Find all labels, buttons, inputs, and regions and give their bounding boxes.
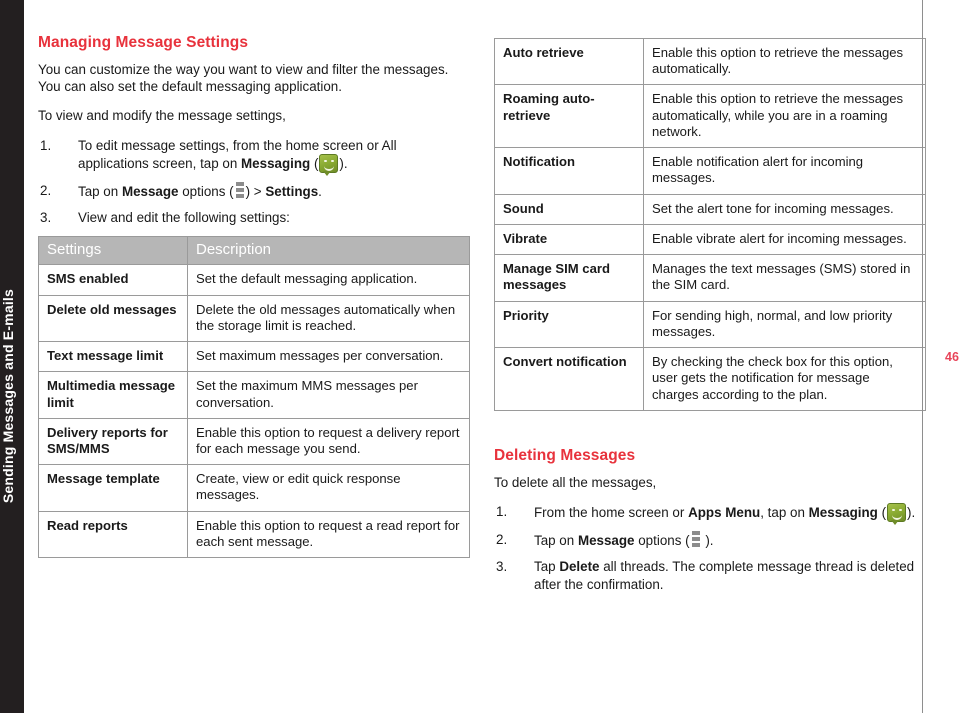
message-settings-table: Settings Description SMS enabled Set the de… (38, 235, 470, 559)
setting-name-cell: Manage SIM card messages (494, 254, 644, 302)
table-row: Read reports Enable this option to reques… (38, 510, 470, 559)
table-row: Priority For sending high, normal, and lo… (494, 300, 926, 349)
messaging-app-icon (319, 153, 339, 176)
speech-bubble-tail (323, 170, 332, 176)
menu-dot (235, 193, 244, 198)
page-content: Managing Message Settings You can custom… (24, 0, 969, 713)
setting-description-cell: For sending high, normal, and low priori… (643, 300, 926, 349)
right-steps-list: 1. From the home screen or Apps Menu, tap… (494, 502, 926, 593)
step-item: 3. Tap Delete all threads. The complete m… (496, 559, 915, 592)
setting-name-cell: Text message limit (38, 341, 188, 373)
setting-description-cell: Manages the text messages (SMS) stored i… (643, 254, 926, 302)
emphasis-text: Message (577, 532, 635, 548)
table-row: Sound Set the alert tone for incoming mes… (494, 193, 926, 225)
step-number: 2. (496, 531, 508, 547)
setting-description-cell: Set the maximum MMS messages per convers… (187, 371, 470, 419)
table-row: Multimedia message limit Set the maximum … (38, 371, 470, 419)
setting-name-cell: Auto retrieve (494, 37, 644, 86)
setting-name-cell: Vibrate (494, 223, 644, 256)
menu-dot (691, 542, 700, 547)
step-number: 3. (496, 559, 508, 575)
emphasis-text: Settings (265, 183, 319, 199)
step-item: 1. From the home screen or Apps Menu, tap… (494, 502, 926, 525)
setting-description-cell: Set maximum messages per conversation. (187, 341, 470, 373)
step-item: 3. View and edit the following settings: (40, 210, 290, 226)
right-column: Auto retrieve Enable this option to retri… (494, 34, 926, 602)
setting-description-cell: Create, view or edit quick response mess… (187, 464, 470, 512)
table-row: SMS enabled Set the default messaging app… (38, 264, 470, 296)
step-number: 1. (40, 137, 52, 153)
messaging-app-icon (887, 502, 907, 525)
setting-name-cell: Read reports (38, 510, 188, 559)
table-row: Convert notification By checking the chec… (494, 347, 926, 411)
setting-name-cell: Multimedia message limit (38, 371, 188, 419)
setting-name-cell: Convert notification (494, 347, 644, 411)
setting-name-cell: Delivery reports for SMS/MMS (38, 417, 188, 466)
setting-description-cell: Enable this option to retrieve the messa… (643, 37, 926, 86)
setting-description-cell: Enable notification alert for incoming m… (643, 147, 926, 195)
menu-dot (691, 530, 700, 535)
step-item: 1. To edit message settings, from the hom… (38, 137, 470, 176)
table-row: Notification Enable notification alert fo… (494, 147, 926, 195)
table-row: Vibrate Enable vibrate alert for incoming… (494, 223, 926, 256)
setting-name-cell: Delete old messages (38, 294, 188, 343)
setting-description-cell: Enable vibrate alert for incoming messag… (643, 223, 926, 256)
table-row: Message template Create, view or edit qui… (38, 464, 470, 512)
lead-in-text: To view and modify the message settings, (38, 108, 286, 124)
table-row: Manage SIM card messages Manages the text… (494, 254, 926, 302)
setting-description-cell: Delete the old messages automatically wh… (187, 294, 470, 343)
setting-description-cell: By checking the check box for this optio… (643, 347, 926, 411)
step-number: 1. (496, 503, 508, 519)
page-number-rule (922, 0, 923, 713)
chapter-side-tab-label: Sending Messages and E-mails (0, 288, 16, 503)
page-number: 46 (945, 350, 959, 364)
speech-bubble-tail (891, 519, 900, 525)
overflow-menu-icon (235, 181, 244, 199)
menu-dot (691, 536, 700, 541)
step-item: 2. Tap on Message options () > Settings. (40, 181, 322, 199)
table-column-header: Description (187, 235, 470, 266)
table-header-row: Settings Description (38, 235, 470, 266)
table-row: Auto retrieve Enable this option to retri… (494, 37, 926, 86)
step-number: 2. (40, 182, 52, 198)
menu-dot (235, 181, 244, 186)
setting-description-cell: Set the default messaging application. (187, 264, 470, 296)
table-column-header: Settings (38, 235, 188, 266)
deleting-lead-in: To delete all the messages, (494, 474, 657, 490)
left-column: Managing Message Settings You can custom… (38, 34, 470, 559)
emphasis-text: Apps Menu (688, 504, 761, 520)
intro-paragraph: You can customize the way you want to vi… (38, 62, 449, 95)
page-title: Managing Message Settings (38, 34, 249, 51)
deleting-messages-title: Deleting Messages (494, 446, 636, 464)
setting-description-cell: Enable this option to request a read rep… (187, 510, 470, 559)
overflow-menu-icon (691, 530, 700, 548)
chapter-side-tab: Sending Messages and E-mails (0, 0, 24, 713)
setting-name-cell: Notification (494, 147, 644, 195)
setting-name-cell: Priority (494, 300, 644, 349)
step-number: 3. (40, 210, 52, 226)
table-row: Roaming auto-retrieve Enable this option … (494, 84, 926, 149)
emphasis-text: Message (121, 183, 179, 199)
setting-description-cell: Set the alert tone for incoming messages… (643, 193, 926, 225)
setting-name-cell: Roaming auto-retrieve (494, 84, 644, 149)
menu-dot (235, 187, 244, 192)
setting-description-cell: Enable this option to request a delivery… (187, 417, 470, 466)
message-settings-table-continued: Auto retrieve Enable this option to retri… (494, 37, 926, 411)
table-row: Delete old messages Delete the old messag… (38, 294, 470, 343)
step-item: 2. Tap on Message options ( ). (496, 530, 714, 548)
table-row: Delivery reports for SMS/MMS Enable this … (38, 417, 470, 466)
setting-name-cell: Message template (38, 464, 188, 512)
setting-name-cell: Sound (494, 193, 644, 225)
left-steps-list: 1. To edit message settings, from the hom… (38, 137, 470, 227)
emphasis-text: Messaging (241, 155, 311, 171)
setting-description-cell: Enable this option to retrieve the messa… (643, 84, 926, 149)
emphasis-text: Delete (559, 559, 600, 575)
emphasis-text: Messaging (808, 504, 878, 520)
table-row: Text message limit Set maximum messages p… (38, 341, 470, 373)
setting-name-cell: SMS enabled (38, 264, 188, 296)
